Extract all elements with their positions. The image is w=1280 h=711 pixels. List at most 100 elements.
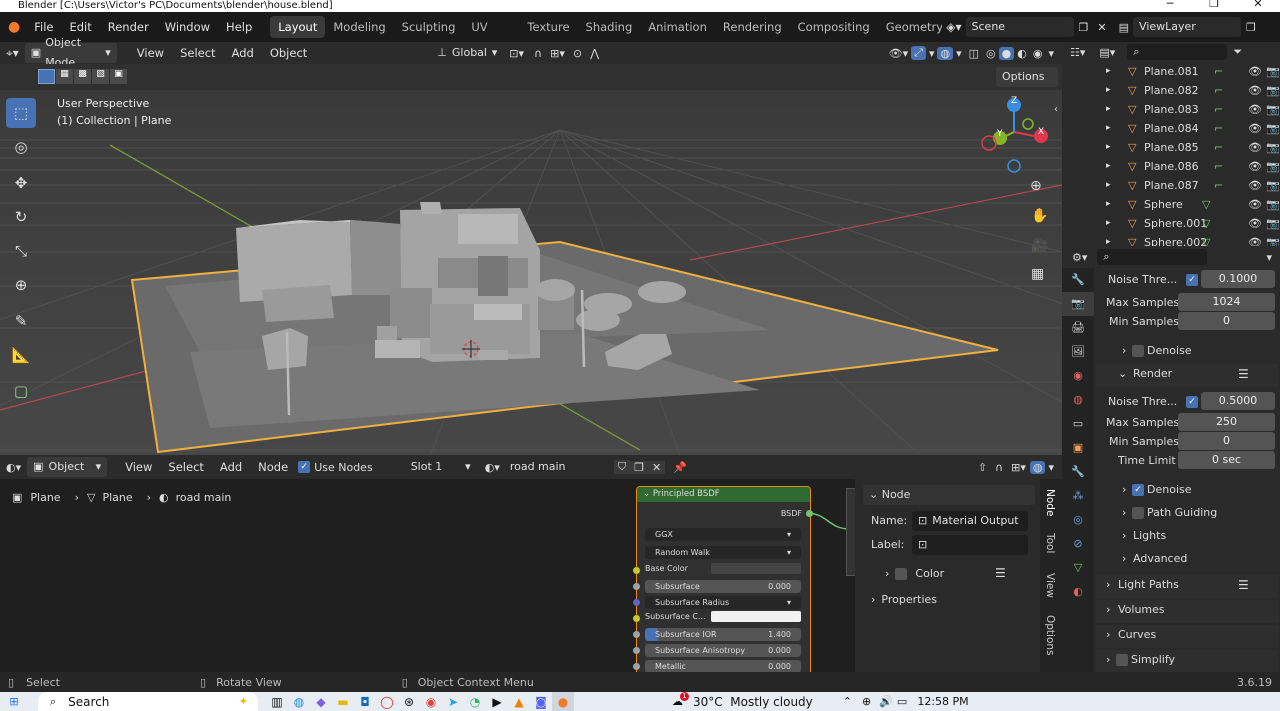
base-color-socket[interactable] xyxy=(633,567,640,574)
menu-edit[interactable]: Edit xyxy=(61,20,99,34)
ne-overlay-icon[interactable]: ◍ xyxy=(1029,460,1046,474)
subsurface-radius-socket[interactable] xyxy=(633,599,640,606)
render-max-field[interactable]: 250 xyxy=(1178,413,1275,431)
gizmo-menu-icon[interactable]: ▾ xyxy=(926,47,938,60)
pan-hand-icon[interactable]: ✋ xyxy=(1031,208,1048,224)
edge-icon[interactable]: ◍ xyxy=(288,692,310,711)
viewport-noise-field[interactable]: 0.1000 xyxy=(1201,270,1275,288)
properties-editor-icon[interactable]: ⚙▾ xyxy=(1072,251,1087,264)
expand-arrow-icon[interactable]: ▸ xyxy=(1106,138,1111,157)
world-tab-icon[interactable]: ◍ xyxy=(1062,388,1094,412)
eye-icon[interactable]: 👁 xyxy=(1248,62,1262,81)
material-shading-icon[interactable]: ◐ xyxy=(1014,47,1030,60)
xray-icon[interactable]: ◫ xyxy=(965,47,983,60)
modifier-icon[interactable]: ⌐ xyxy=(1214,176,1223,195)
copilot-icon[interactable]: ◆ xyxy=(310,692,332,711)
viewport-denoise-row[interactable]: › Denoise xyxy=(1096,341,1278,364)
ne-menu-node[interactable]: Node xyxy=(250,460,296,474)
ne-menu-select[interactable]: Select xyxy=(160,460,211,474)
options-menu-icon[interactable]: ▾ xyxy=(1266,251,1280,264)
path-guiding-row[interactable]: › Path Guiding xyxy=(1096,503,1278,526)
3d-viewport[interactable]: User Perspective (1) Collection | Plane … xyxy=(0,90,1062,455)
material-browse-icon[interactable]: ◐▾ xyxy=(477,461,504,474)
camera-icon[interactable]: 📷 xyxy=(1266,157,1280,176)
expand-arrow-icon[interactable]: ▸ xyxy=(1106,81,1111,100)
expand-arrow-icon[interactable]: ▸ xyxy=(1106,157,1111,176)
tab-rendering[interactable]: Rendering xyxy=(715,16,790,38)
network-icon[interactable]: ⊕ xyxy=(862,695,871,708)
weather-label[interactable]: 30°C Mostly cloudy xyxy=(693,695,813,709)
viewport-denoise-checkbox[interactable] xyxy=(1132,345,1144,357)
menu-render[interactable]: Render xyxy=(100,20,157,34)
render-min-field[interactable]: 0 xyxy=(1178,432,1275,450)
collection-tab-icon[interactable]: ▭ xyxy=(1062,412,1094,436)
curves-panel[interactable]: › Curves xyxy=(1096,625,1278,648)
use-nodes-toggle[interactable]: ✓ Use Nodes xyxy=(298,461,373,474)
snap-node-target-icon[interactable]: ⊞▾ xyxy=(1007,461,1030,474)
outliner-item[interactable]: ▸ ▽ Plane.083 ⌐ 👁 📷 xyxy=(1068,100,1280,119)
list-icon[interactable]: ☰ xyxy=(1238,364,1249,384)
vp-menu-object[interactable]: Object xyxy=(262,46,315,60)
scene-tab-icon[interactable]: ◉ xyxy=(1062,364,1094,388)
render-subpanel-header[interactable]: ⌄ Render ☰ xyxy=(1096,364,1278,387)
parent-node-tree-icon[interactable]: ⇧ xyxy=(974,461,991,474)
sidebar-toggle-icon[interactable]: ‹ xyxy=(1054,104,1058,115)
maximize-icon[interactable]: ❐ xyxy=(1192,0,1236,10)
filter-icon[interactable]: ⏷ xyxy=(1233,45,1242,59)
overlay-menu-icon[interactable]: ▾ xyxy=(953,47,965,60)
expand-arrow-icon[interactable]: ▸ xyxy=(1106,119,1111,138)
pin-icon[interactable]: 📌 xyxy=(665,461,695,474)
volumes-panel[interactable]: › Volumes xyxy=(1096,600,1278,623)
expand-arrow-icon[interactable]: ▸ xyxy=(1106,214,1111,233)
snap-icon[interactable]: ∩ xyxy=(530,47,546,60)
tab-geometry-nodes[interactable]: Geometry Noc xyxy=(878,16,943,38)
blender-logo-icon[interactable]: ● xyxy=(0,19,26,35)
tray-chevron-icon[interactable]: ⌃ xyxy=(843,695,852,708)
eye-icon[interactable]: 👁 xyxy=(1248,214,1262,233)
subsurface-color-socket[interactable] xyxy=(633,615,640,622)
expand-arrow-icon[interactable]: ▸ xyxy=(1106,100,1111,119)
render-noise-field[interactable]: 0.5000 xyxy=(1201,392,1275,410)
viewport-min-field[interactable]: 0 xyxy=(1178,312,1275,330)
new-scene-icon[interactable]: ❐ xyxy=(1074,21,1094,34)
mesh-data-icon[interactable]: ▽ xyxy=(1202,195,1210,214)
select-intersect-icon[interactable]: ▣ xyxy=(110,69,127,84)
select-box-tool-icon[interactable]: ⬚ xyxy=(6,98,36,128)
scene-field[interactable]: Scene xyxy=(965,17,1074,37)
vp-menu-add[interactable]: Add xyxy=(224,46,262,60)
tab-animation[interactable]: Animation xyxy=(640,16,715,38)
tool-tab-icon[interactable]: 🔧 xyxy=(1062,268,1094,292)
options-dropdown[interactable]: Options ▾ xyxy=(996,67,1058,103)
time-limit-field[interactable]: 0 sec xyxy=(1178,451,1275,469)
modifier-tab-icon[interactable]: 🔧 xyxy=(1062,460,1094,484)
render-noise-checkbox[interactable]: ✓ xyxy=(1186,396,1198,408)
denoise-row[interactable]: › ✓ Denoise xyxy=(1096,480,1278,503)
display-mode-icon[interactable]: ▤▾ xyxy=(1099,46,1115,59)
vp-menu-select[interactable]: Select xyxy=(172,46,223,60)
particles-tab-icon[interactable]: ⁂ xyxy=(1062,484,1094,508)
collapse-icon[interactable]: ⌄ xyxy=(643,489,653,499)
eye-icon[interactable]: 👁 xyxy=(1248,176,1262,195)
tab-shading[interactable]: Shading xyxy=(578,16,641,38)
node-panel-header[interactable]: ⌄ Node xyxy=(863,485,1035,505)
select-extend-icon[interactable]: ▦ xyxy=(56,69,73,84)
view-layer-tab-icon[interactable]: 🖼 xyxy=(1062,340,1094,364)
menu-file[interactable]: File xyxy=(26,20,61,34)
outliner-item[interactable]: ▸ ▽ Plane.084 ⌐ 👁 📷 xyxy=(1068,119,1280,138)
zoom-icon[interactable]: ⊕ xyxy=(1030,178,1042,194)
light-paths-panel[interactable]: › Light Paths ☰ xyxy=(1096,575,1278,598)
taskbar-search[interactable]: ⌕ Search ✦ xyxy=(38,692,258,711)
vlc-icon[interactable]: ▲ xyxy=(508,692,530,711)
modifier-icon[interactable]: ⌐ xyxy=(1214,62,1223,81)
bsdf-output-socket[interactable] xyxy=(806,510,813,517)
telegram-icon[interactable]: ➤ xyxy=(442,692,464,711)
node-editor-type-icon[interactable]: ◐▾ xyxy=(0,461,27,474)
properties-panel[interactable]: › Properties xyxy=(871,593,937,606)
mesh-data-icon[interactable]: ▽ xyxy=(1202,214,1210,233)
expand-arrow-icon[interactable]: ▸ xyxy=(1106,195,1111,214)
shading-menu-icon[interactable]: ▾ xyxy=(1045,47,1062,60)
subsurface-ior-socket[interactable] xyxy=(633,631,640,638)
render-tab-icon[interactable]: 📷 xyxy=(1062,292,1094,316)
scale-tool-icon[interactable]: ⤡ xyxy=(6,236,36,266)
scene-icon[interactable]: ◈▾ xyxy=(946,20,961,34)
